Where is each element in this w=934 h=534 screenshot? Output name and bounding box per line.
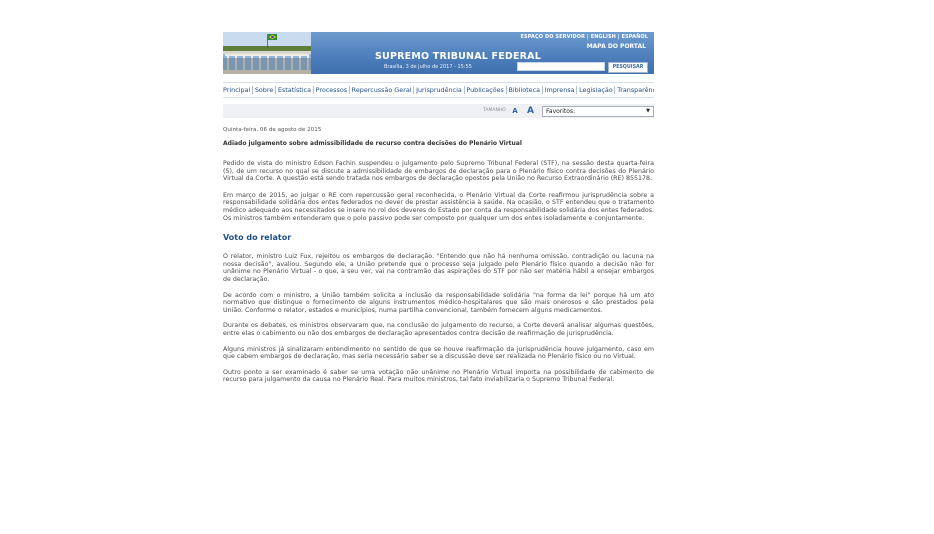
- site-title: SUPREMO TRIBUNAL FEDERAL: [375, 51, 541, 62]
- section-paragraph: Durante os debates, os ministros observa…: [223, 322, 654, 337]
- increase-font-button[interactable]: A: [525, 105, 536, 117]
- nav-item-imprensa[interactable]: Imprensa: [543, 86, 578, 94]
- section-paragraph: Outro ponto a ser examinado é saber se u…: [223, 368, 654, 384]
- top-links: ESPAÇO DO SERVIDOR | ENGLISH | ESPAÑOL: [521, 34, 648, 40]
- favorites-select[interactable]: Favoritos: ▼: [542, 106, 654, 117]
- main-nav: Principal Sobre Estatística Processos Re…: [223, 82, 654, 98]
- nav-item-processos[interactable]: Processos: [314, 86, 350, 94]
- nav-item-estatistica[interactable]: Estatística: [276, 86, 314, 94]
- nav-item-legislacao[interactable]: Legislação: [577, 86, 616, 94]
- tools-bar: TAMANHO A A Favoritos: ▼: [223, 104, 654, 118]
- header-date: Brasília, 3 de julho de 2017 - 15:55: [384, 64, 472, 70]
- article-date: Quinta-feira, 06 de agosto de 2015: [223, 127, 322, 133]
- nav-item-publicacoes[interactable]: Publicações: [465, 86, 507, 94]
- header-banner: ESPAÇO DO SERVIDOR | ENGLISH | ESPAÑOL M…: [223, 32, 654, 74]
- search-input[interactable]: [517, 62, 605, 71]
- article-paragraph: Em março de 2015, ao julgar o RE com rep…: [223, 191, 654, 222]
- search-button[interactable]: PESQUISAR: [608, 62, 648, 73]
- font-size-label: TAMANHO: [483, 108, 506, 113]
- news-article: Quinta-feira, 06 de agosto de 2015 Adiad…: [223, 127, 654, 384]
- nav-item-sobre[interactable]: Sobre: [253, 86, 277, 94]
- article-headline: Adiado julgamento sobre admissibilidade …: [223, 140, 522, 147]
- decrease-font-button[interactable]: A: [510, 106, 520, 116]
- nav-item-principal[interactable]: Principal: [223, 86, 254, 94]
- section-title: Voto do relator: [223, 233, 292, 243]
- link-espanol[interactable]: ESPAÑOL: [622, 34, 648, 40]
- nav-item-jurisprudencia[interactable]: Jurisprudência: [414, 86, 465, 94]
- portal-map-link[interactable]: MAPA DO PORTAL: [587, 43, 646, 50]
- nav-item-repercussao-geral[interactable]: Repercussão Geral: [350, 86, 415, 94]
- dropdown-arrow-icon: ▼: [646, 108, 650, 114]
- link-english[interactable]: ENGLISH: [591, 34, 616, 40]
- section-paragraph: De acordo com o ministro, a União também…: [223, 291, 654, 314]
- nav-item-biblioteca[interactable]: Biblioteca: [507, 86, 543, 94]
- nav-item-transparencia[interactable]: Transparência: [615, 86, 654, 94]
- favorites-selected-value: Favoritos:: [546, 108, 576, 115]
- section-paragraph: O relator, ministro Luiz Fux, rejeitou o…: [223, 253, 654, 283]
- stf-building-photo: [223, 32, 311, 74]
- page: ESPAÇO DO SERVIDOR | ENGLISH | ESPAÑOL M…: [0, 0, 934, 534]
- article-paragraph: Pedido de vista do ministro Edson Fachin…: [223, 160, 654, 183]
- content-wrapper: ESPAÇO DO SERVIDOR | ENGLISH | ESPAÑOL M…: [223, 32, 654, 383]
- section-paragraph: Alguns ministros já sinalizaram entendim…: [223, 345, 654, 361]
- link-espaco-servidor[interactable]: ESPAÇO DO SERVIDOR: [521, 34, 586, 40]
